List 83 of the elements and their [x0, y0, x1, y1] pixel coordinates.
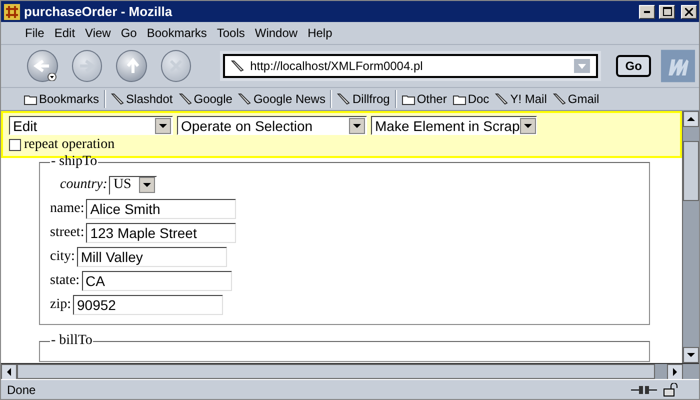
logo-icon — [660, 49, 695, 83]
field-label: city: — [50, 249, 75, 265]
scroll-down-button[interactable] — [683, 347, 699, 363]
checkbox-label: repeat operation — [24, 137, 115, 153]
text-field[interactable]: Alice Smith — [86, 199, 236, 219]
checkbox[interactable] — [9, 139, 21, 151]
menu-item[interactable]: Go — [116, 24, 141, 42]
bookmark-link[interactable]: Slashdot — [108, 92, 176, 106]
bookmark-icon — [231, 60, 244, 72]
bookmark-label: Google — [194, 92, 232, 106]
app-icon — [4, 4, 20, 20]
bookmark-link[interactable]: Google — [176, 92, 236, 106]
bookmark-label: Google News — [253, 92, 326, 106]
caret-icon[interactable] — [46, 73, 57, 81]
dropdown-select[interactable]: Edit — [9, 116, 173, 135]
scroll-right-button[interactable] — [667, 364, 683, 380]
text-field[interactable]: Mill Valley — [76, 247, 227, 267]
maximize-button[interactable] — [659, 4, 675, 18]
section-legend: - billTo — [50, 333, 94, 349]
bookmark-icon — [238, 93, 252, 105]
arrow-icon — [671, 368, 679, 376]
bookmark-icon — [178, 93, 192, 105]
bookmark-label: Y! Mail — [510, 92, 547, 106]
reload-button[interactable] — [116, 50, 147, 82]
vertical-scrollbar[interactable] — [682, 111, 699, 363]
status-text: Done — [7, 382, 37, 396]
country-select[interactable]: US — [109, 176, 158, 194]
menu-item[interactable]: Window — [250, 24, 302, 42]
padlock-icon — [663, 382, 679, 396]
menu-item[interactable]: Help — [304, 24, 336, 42]
menu-item[interactable]: Bookmarks — [142, 24, 211, 42]
folder-icon — [452, 94, 466, 104]
field-label: country: — [60, 177, 108, 193]
bookmark-link[interactable]: Google News — [235, 92, 328, 106]
text-field[interactable]: CA — [82, 271, 232, 291]
arrow-icon — [687, 115, 695, 123]
field-label: name: — [50, 201, 84, 217]
close-icon — [685, 8, 693, 16]
maximize-icon — [662, 7, 672, 16]
bookmark-folder[interactable]: Bookmarks — [21, 92, 102, 106]
bookmark-link[interactable]: Dillfrog — [334, 92, 393, 106]
address-field[interactable]: http://localhost/XMLForm0004.pl — [250, 59, 568, 73]
field-label: zip: — [50, 297, 71, 313]
scroll-left-button[interactable] — [1, 364, 17, 380]
bookmark-folder[interactable]: Other — [398, 92, 450, 106]
menu-item[interactable]: File — [21, 24, 48, 42]
text-field[interactable]: 90952 — [73, 295, 223, 315]
menu-item[interactable]: View — [81, 24, 115, 42]
window-title: purchaseOrder - Mozilla — [24, 4, 174, 19]
field-label: street: — [50, 225, 84, 241]
address-bar[interactable]: http://localhost/XMLForm0004.pl — [223, 54, 598, 78]
text-field[interactable]: 123 Maple Street — [86, 223, 236, 243]
minimize-button[interactable] — [639, 4, 655, 18]
bookmark-label: Other — [416, 92, 447, 106]
scroll-up-button[interactable] — [683, 111, 699, 127]
arrow-icon — [687, 351, 695, 359]
bookmark-label: Dillfrog — [352, 92, 390, 106]
dropdown-select[interactable]: Make Element in Scrap — [371, 116, 537, 135]
bookmark-link[interactable]: Y! Mail — [492, 92, 550, 106]
close-button[interactable] — [681, 4, 697, 18]
arrow-icon — [5, 368, 13, 376]
bookmark-label: Bookmarks — [39, 92, 100, 106]
menu-item[interactable]: Tools — [212, 24, 249, 42]
scroll-thumb[interactable] — [683, 141, 699, 201]
go-button[interactable]: Go — [616, 55, 651, 77]
folder-icon — [402, 94, 415, 104]
dropdown-select[interactable]: Operate on Selection — [177, 116, 367, 135]
bookmark-icon — [111, 93, 124, 105]
bookmark-icon — [552, 93, 566, 105]
bookmark-label: Doc — [468, 92, 490, 106]
folder-icon — [24, 94, 37, 104]
menu-item[interactable]: Edit — [50, 24, 80, 42]
bookmark-icon — [495, 93, 508, 105]
field-label: state: — [50, 273, 80, 289]
bookmark-label: Slashdot — [126, 92, 173, 106]
back-button[interactable] — [27, 50, 58, 82]
minimize-icon — [644, 10, 650, 12]
connection-icon — [631, 384, 657, 396]
section-legend: - shipTo — [50, 154, 98, 170]
bookmark-label: Gmail — [568, 92, 600, 106]
bookmark-icon — [337, 93, 350, 105]
bookmark-folder[interactable]: Doc — [450, 92, 492, 106]
bookmark-link[interactable]: Gmail — [550, 92, 602, 106]
